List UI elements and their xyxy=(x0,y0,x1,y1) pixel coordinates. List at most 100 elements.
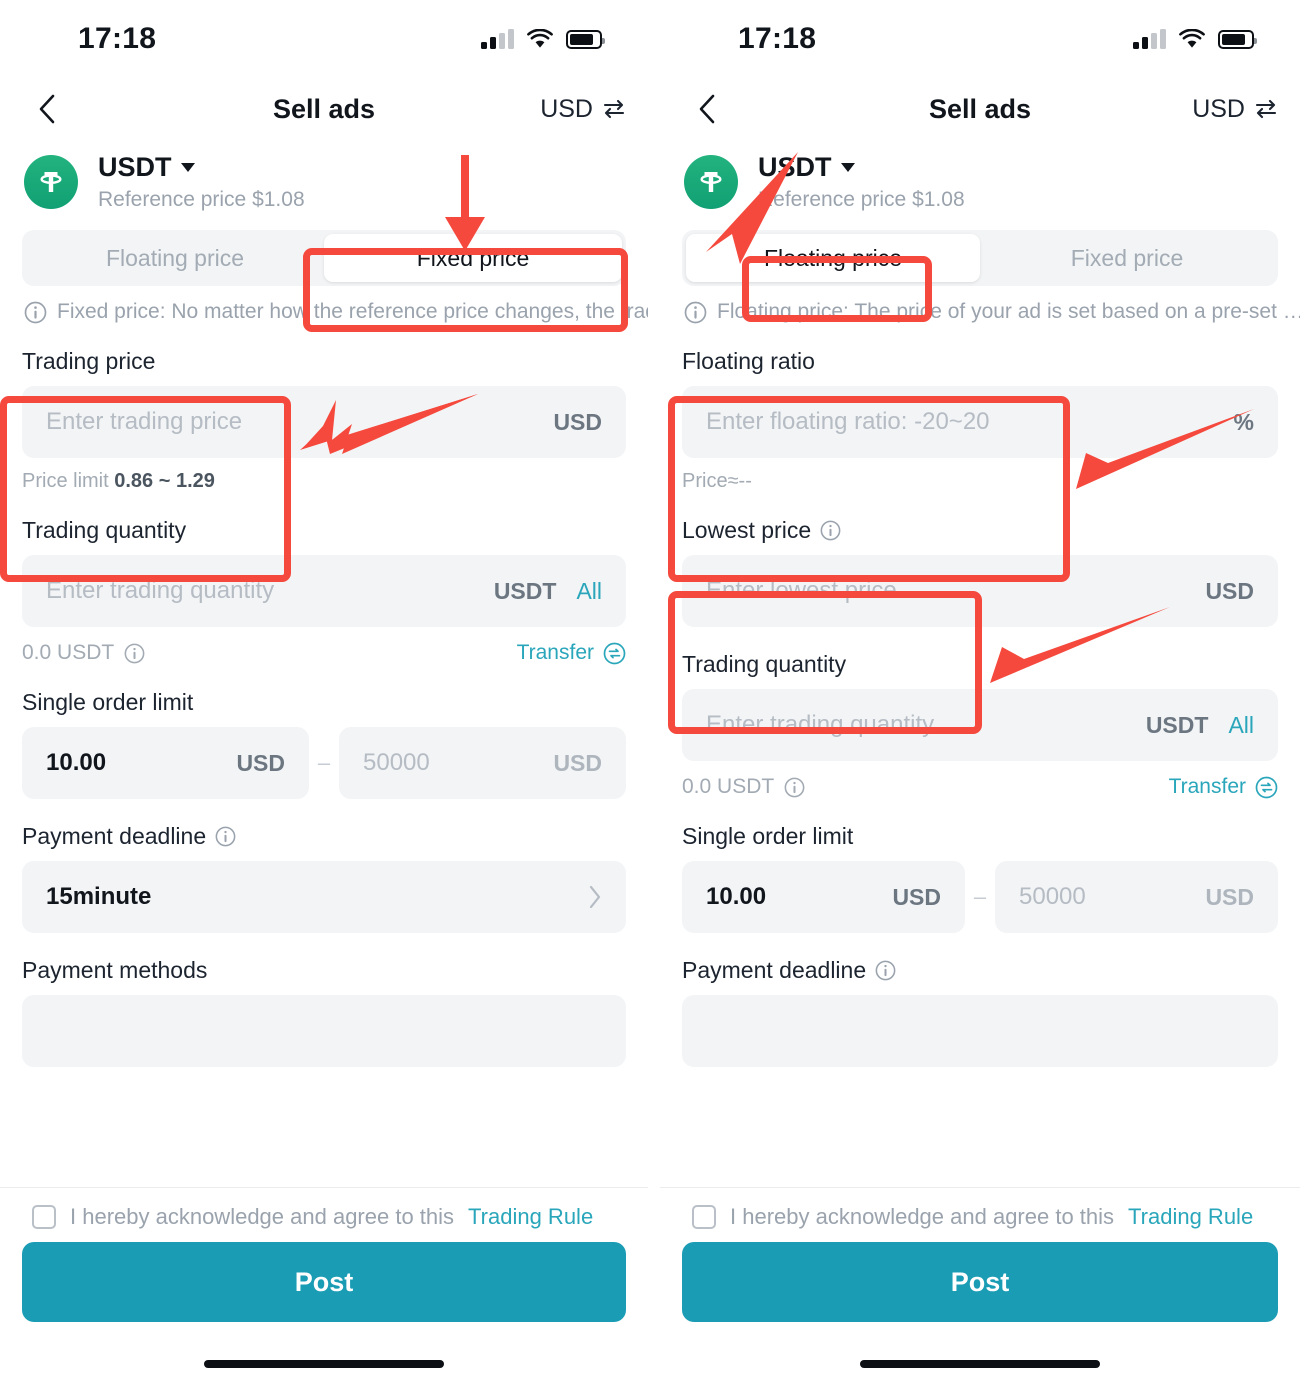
home-indicator-right xyxy=(860,1360,1100,1368)
lowest-price-label: Lowest price xyxy=(682,517,1278,544)
price-type-hint-right: Floating price: The price of your ad is … xyxy=(660,286,1300,324)
currency-label: USD xyxy=(1192,94,1245,123)
post-button-left[interactable]: Post xyxy=(22,1242,626,1322)
info-circle-icon xyxy=(24,301,47,323)
trading-price-input[interactable]: Enter trading price USD xyxy=(22,386,626,458)
trading-quantity-field-right: Trading quantity Enter trading quantity … xyxy=(682,651,1278,799)
range-separator-left: – xyxy=(317,750,331,775)
single-order-limit-label-left: Single order limit xyxy=(22,689,194,715)
order-limit-min-currency-right: USD xyxy=(892,883,941,910)
trading-quantity-input-left[interactable]: Enter trading quantity USDT All xyxy=(22,555,626,627)
chevron-left-icon xyxy=(699,94,715,124)
trading-quantity-all-button-left[interactable]: All xyxy=(576,578,602,605)
transfer-button-left[interactable]: Transfer xyxy=(517,641,626,665)
payment-methods-select-left[interactable] xyxy=(22,995,626,1067)
price-type-tabs-left: Floating price Fixed price xyxy=(22,230,626,286)
agree-row-right: I hereby acknowledge and agree to this Tr… xyxy=(682,1188,1278,1242)
order-limit-max-input-left[interactable]: 50000 USD xyxy=(339,727,626,799)
checkbox-unchecked-icon[interactable] xyxy=(32,1205,56,1229)
back-button[interactable] xyxy=(30,92,64,126)
info-circle-icon[interactable] xyxy=(820,520,841,541)
order-limit-min-input-right[interactable]: 10.00 USD xyxy=(682,861,965,933)
order-limit-min-input-left[interactable]: 10.00 USD xyxy=(22,727,309,799)
sell-ad-form-right: Floating ratio Enter floating ratio: -20… xyxy=(660,348,1300,1067)
agree-text-right: I hereby acknowledge and agree to this xyxy=(730,1204,1115,1229)
footer-left: I hereby acknowledge and agree to this Tr… xyxy=(0,1187,648,1382)
floating-ratio-label: Floating ratio xyxy=(682,348,815,374)
battery-icon xyxy=(1218,29,1257,49)
swap-arrows-icon xyxy=(603,99,625,119)
order-limit-min-currency-left: USD xyxy=(236,749,285,776)
trading-quantity-currency-left: USDT xyxy=(493,577,557,604)
payment-deadline-select-right[interactable] xyxy=(682,995,1278,1067)
coin-symbol-row[interactable]: USDT xyxy=(98,152,305,183)
order-limit-min-value-right: 10.00 xyxy=(706,883,767,910)
coin-selector-right[interactable]: USDT Reference price $1.08 xyxy=(660,140,1300,216)
tab-fixed-price-left[interactable]: Fixed price xyxy=(324,234,622,282)
signal-bars-icon xyxy=(481,29,514,49)
info-circle-icon[interactable] xyxy=(875,960,896,981)
currency-switcher[interactable]: USD xyxy=(540,95,626,124)
info-circle-icon[interactable] xyxy=(215,826,236,847)
reference-price: Reference price $1.08 xyxy=(98,188,305,211)
trading-quantity-label-left: Trading quantity xyxy=(22,517,187,543)
trading-quantity-currency-right: USDT xyxy=(1145,711,1209,738)
coin-meta-left: USDT Reference price $1.08 xyxy=(98,152,305,212)
payment-deadline-label-text-right: Payment deadline xyxy=(682,957,867,983)
status-time: 17:18 xyxy=(78,22,157,55)
coin-meta-right: USDT Reference price $1.08 xyxy=(758,152,965,212)
nav-bar-right: Sell ads USD xyxy=(660,78,1300,140)
tab-fixed-price-right[interactable]: Fixed price xyxy=(980,234,1274,282)
trading-quantity-input-right[interactable]: Enter trading quantity USDT All xyxy=(682,689,1278,761)
floating-ratio-field: Floating ratio Enter floating ratio: -20… xyxy=(682,348,1278,493)
hint-text: Floating price: The price of your ad is … xyxy=(717,300,1300,323)
screenshot-stage: 17:18 Sell ads USD USDT Reference price … xyxy=(0,0,1300,1382)
payment-methods-field-left: Payment methods xyxy=(22,957,626,1067)
status-icons xyxy=(1133,29,1257,49)
payment-deadline-value-left: 15minute xyxy=(46,883,152,910)
price-type-tabs-right: Floating price Fixed price xyxy=(682,230,1278,286)
payment-deadline-label-right: Payment deadline xyxy=(682,957,1278,984)
coin-selector-left[interactable]: USDT Reference price $1.08 xyxy=(0,140,648,216)
lowest-price-input[interactable]: Enter lowest price USD xyxy=(682,555,1278,627)
trading-quantity-placeholder-left: Enter trading quantity xyxy=(46,577,275,604)
footer-right: I hereby acknowledge and agree to this Tr… xyxy=(660,1187,1300,1382)
floating-ratio-input[interactable]: Enter floating ratio: -20~20 % xyxy=(682,386,1278,458)
phone-screen-left: 17:18 Sell ads USD USDT Reference price … xyxy=(0,0,648,1382)
transfer-button-right[interactable]: Transfer xyxy=(1169,775,1278,799)
transfer-swap-circle-icon xyxy=(603,642,626,664)
order-limit-max-currency-left: USD xyxy=(553,749,602,776)
back-button[interactable] xyxy=(690,92,724,126)
trading-rule-link-right[interactable]: Trading Rule xyxy=(1128,1204,1253,1230)
caret-down-icon xyxy=(840,163,855,172)
tether-logo-icon xyxy=(684,155,738,209)
payment-deadline-select-left[interactable]: 15minute xyxy=(22,861,626,933)
tab-floating-price-right[interactable]: Floating price xyxy=(686,234,980,282)
trading-price-label: Trading price xyxy=(22,348,156,374)
transfer-swap-circle-icon xyxy=(1255,776,1278,798)
currency-switcher[interactable]: USD xyxy=(1192,95,1278,124)
tab-floating-price-left[interactable]: Floating price xyxy=(26,234,324,282)
trading-quantity-all-button-right[interactable]: All xyxy=(1228,712,1254,739)
hint-text: Fixed price: No matter how the reference… xyxy=(57,300,648,323)
single-order-limit-label-right: Single order limit xyxy=(682,823,854,849)
wifi-icon xyxy=(1179,29,1205,48)
trading-rule-link-left[interactable]: Trading Rule xyxy=(468,1204,593,1230)
nav-bar-left: Sell ads USD xyxy=(0,78,648,140)
agree-row-left: I hereby acknowledge and agree to this Tr… xyxy=(22,1188,626,1242)
status-time: 17:18 xyxy=(738,22,817,55)
transfer-label-right: Transfer xyxy=(1168,775,1246,798)
info-circle-icon[interactable] xyxy=(124,643,145,664)
trading-price-field: Trading price Enter trading price USD Pr… xyxy=(22,348,626,493)
coin-symbol-row[interactable]: USDT xyxy=(758,152,965,183)
post-button-right[interactable]: Post xyxy=(682,1242,1278,1322)
status-bar-left: 17:18 xyxy=(0,0,648,78)
info-circle-icon[interactable] xyxy=(784,777,805,798)
lowest-price-placeholder: Enter lowest price xyxy=(706,577,897,604)
checkbox-unchecked-icon[interactable] xyxy=(692,1205,716,1229)
payment-methods-label-left: Payment methods xyxy=(22,957,208,983)
order-limit-max-input-right[interactable]: 50000 USD xyxy=(995,861,1278,933)
range-separator-right: – xyxy=(973,884,987,909)
price-limit-value: 0.86 ~ 1.29 xyxy=(114,470,215,492)
swap-arrows-icon xyxy=(1255,99,1277,119)
